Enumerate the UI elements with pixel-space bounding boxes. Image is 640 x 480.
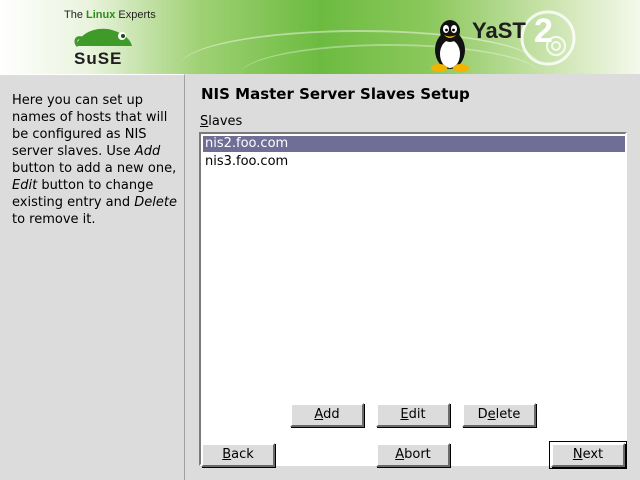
header-banner: The Linux Experts SuSE YaST 2 [0,0,640,74]
list-item[interactable]: nis3.foo.com [203,154,625,170]
svg-text:YaST: YaST [472,18,526,43]
slaves-list-label: Slaves [200,114,243,129]
back-button[interactable]: Back [201,443,275,467]
tagline: The Linux Experts [64,9,156,21]
abort-button[interactable]: Abort [376,443,450,467]
page-title: NIS Master Server Slaves Setup [201,85,470,103]
next-button[interactable]: Next [549,441,627,469]
edit-button[interactable]: Edit [376,403,450,427]
suse-chameleon-icon [74,28,132,48]
svg-text:2: 2 [534,12,553,50]
list-item[interactable]: nis2.foo.com [203,136,625,152]
delete-button[interactable]: Delete [462,403,536,427]
add-button[interactable]: Add [290,403,364,427]
suse-logo: SuSE [74,49,123,68]
help-panel: Here you can set up names of hosts that … [0,74,185,480]
yast-logo: YaST 2 [472,10,576,66]
tux-penguin-icon [431,20,469,72]
help-text: Here you can set up names of hosts that … [12,93,177,227]
main-panel: NIS Master Server Slaves Setup Slaves ni… [187,74,640,480]
